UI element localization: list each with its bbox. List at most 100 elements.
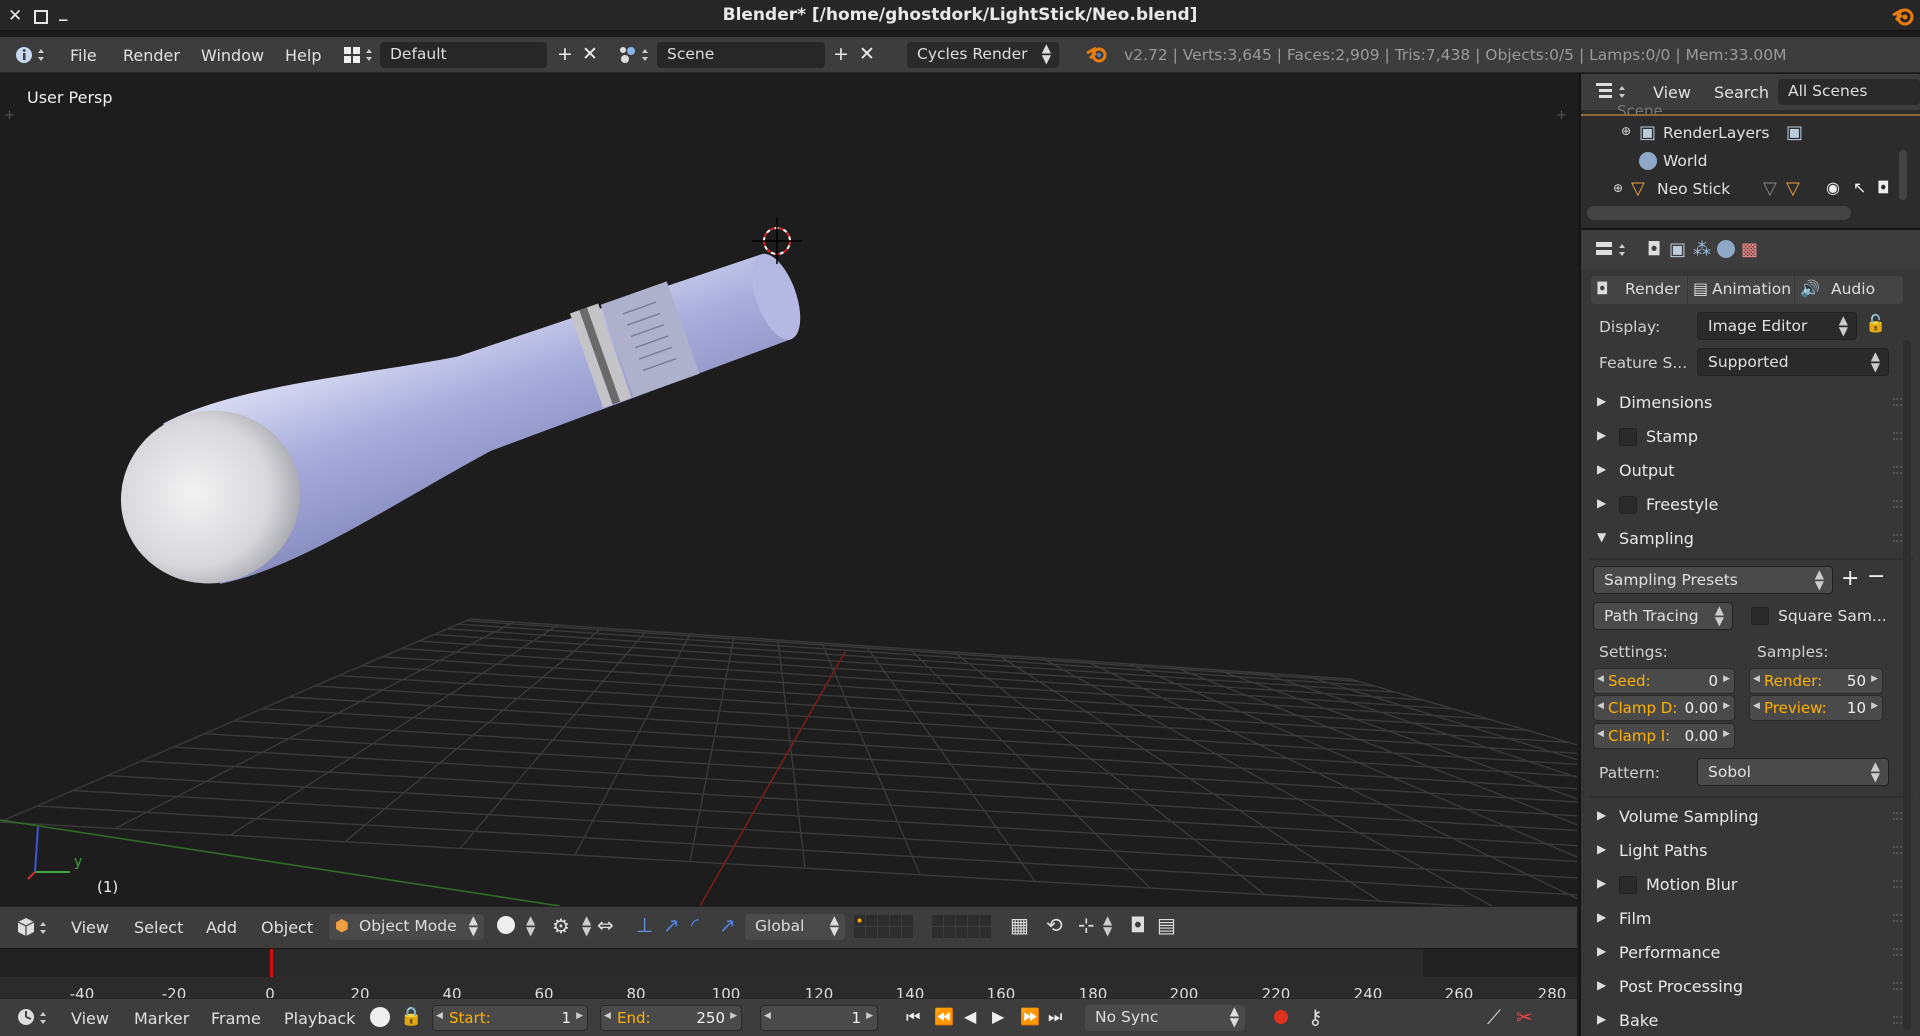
jump-keyframe-forward-icon[interactable]: ⏩ <box>1020 1007 1040 1026</box>
panel-stamp[interactable]: ▶ Stamp <box>1593 422 1911 452</box>
pivot-point-icon[interactable]: ⚙ <box>552 914 570 938</box>
panel-output[interactable]: ▶ Output <box>1593 456 1911 486</box>
end-frame-field[interactable]: ◀ End: 250 ▶ <box>600 1005 742 1031</box>
renderability-camera-icon[interactable]: ◘ <box>1877 178 1890 197</box>
start-frame-field[interactable]: ◀ Start: 1 ▶ <box>432 1005 588 1031</box>
menu-render[interactable]: Render <box>123 46 180 65</box>
play-reverse-icon[interactable]: ◀ <box>964 1007 976 1026</box>
tab-animation[interactable]: ▤ Animation <box>1688 276 1794 304</box>
timeline[interactable]: -40 -20 0 20 40 60 80 100 120 140 160 18… <box>0 948 1577 1003</box>
scene-field[interactable]: Scene <box>657 42 825 68</box>
outliner-menu-view[interactable]: View <box>1653 83 1691 102</box>
increment-arrow-icon[interactable]: ▶ <box>576 1011 583 1021</box>
menu-window[interactable]: Window <box>201 46 264 65</box>
toolshelf-toggle-icon[interactable]: + <box>4 108 15 123</box>
feature-set-dropdown[interactable]: Supported ▲ ▼ <box>1697 348 1889 376</box>
panel-motion-blur[interactable]: ▶ Motion Blur <box>1593 870 1911 900</box>
current-frame-field[interactable]: ◀ 1 ▶ <box>760 1005 878 1031</box>
jump-keyframe-back-icon[interactable]: ⏪ <box>934 1007 954 1026</box>
menu-file[interactable]: File <box>70 46 97 65</box>
decrement-arrow-icon[interactable]: ◀ <box>1597 674 1604 684</box>
render-layers-context-icon[interactable]: ▣ <box>1669 239 1686 260</box>
scene-context-icon[interactable]: ⁂ <box>1693 239 1711 260</box>
increment-arrow-icon[interactable]: ▶ <box>1723 701 1730 711</box>
record-icon[interactable] <box>1274 1010 1288 1024</box>
panel-freestyle[interactable]: ▶ Freestyle <box>1593 490 1911 520</box>
remove-scene-icon[interactable]: ✕ <box>855 43 879 67</box>
layer-lock-icon[interactable]: ▦ <box>1010 913 1029 937</box>
keying-set-icon[interactable] <box>370 1007 390 1027</box>
jump-start-icon[interactable]: ⏮ <box>906 1007 920 1027</box>
sync-mode-dropdown[interactable]: No Sync ▲ ▼ <box>1085 1005 1245 1031</box>
opengl-animation-icon[interactable]: ▤ <box>1157 913 1176 937</box>
viewport-shading-icon[interactable] <box>497 916 515 934</box>
visibility-eye-icon[interactable]: ◉ <box>1826 178 1840 197</box>
clamp-direct-field[interactable]: ◀ Clamp D: 0.00 ▶ <box>1593 695 1735 721</box>
decrement-arrow-icon[interactable]: ◀ <box>1753 674 1760 684</box>
scale-manipulator-icon[interactable]: ◜ <box>691 913 699 937</box>
decrement-arrow-icon[interactable]: ◀ <box>436 1011 443 1021</box>
menu-frame[interactable]: Frame <box>211 1009 261 1028</box>
snap-toggle-icon[interactable]: ⊹ <box>1078 913 1095 937</box>
decrement-arrow-icon[interactable]: ◀ <box>1597 701 1604 711</box>
opengl-render-icon[interactable]: ◘ <box>1130 913 1146 937</box>
outliner-item-neo-stick[interactable]: ⊕ ▽ Neo Stick ▽ ▽ ◉ ↖ ◘ <box>1613 178 1918 202</box>
outliner-display-dropdown[interactable]: All Scenes <box>1778 79 1920 105</box>
play-icon[interactable]: ▶ <box>992 1007 1004 1026</box>
increment-arrow-icon[interactable]: ▶ <box>1723 729 1730 739</box>
render-engine-dropdown[interactable]: Cycles Render ▲ ▼ <box>907 42 1059 68</box>
increment-arrow-icon[interactable]: ▶ <box>730 1011 737 1021</box>
tab-audio[interactable]: 🔊 Audio <box>1795 276 1903 304</box>
add-scene-icon[interactable]: + <box>829 43 853 67</box>
render-context-icon[interactable]: ◘ <box>1647 239 1661 260</box>
square-samples-checkbox[interactable] <box>1751 607 1769 625</box>
sampling-presets-dropdown[interactable]: Sampling Presets ▲ ▼ <box>1593 566 1833 594</box>
add-screen-icon[interactable]: + <box>553 43 577 67</box>
panel-performance[interactable]: ▶ Performance <box>1593 938 1911 968</box>
texture-context-icon[interactable]: ▩ <box>1741 239 1758 260</box>
panel-light-paths[interactable]: ▶ Light Paths <box>1593 836 1911 866</box>
outliner-editor-icon[interactable] <box>1595 81 1631 103</box>
orientation-dropdown[interactable]: Global ▲ ▼ <box>745 914 845 940</box>
preview-samples-field[interactable]: ◀ Preview: 10 ▶ <box>1749 695 1883 721</box>
screen-layout-icon[interactable] <box>343 45 379 65</box>
menu-add[interactable]: Add <box>206 918 237 937</box>
decrement-arrow-icon[interactable]: ◀ <box>1753 701 1760 711</box>
scene-icon[interactable] <box>618 45 654 65</box>
translate-manipulator-icon[interactable]: ⊥ <box>636 913 653 937</box>
properties-editor-icon[interactable] <box>1595 239 1631 261</box>
pattern-dropdown[interactable]: Sobol ▲ ▼ <box>1697 758 1889 786</box>
current-frame-marker[interactable] <box>270 949 273 977</box>
menu-playback[interactable]: Playback <box>284 1009 355 1028</box>
outliner-vertical-scrollbar[interactable] <box>1899 150 1907 200</box>
panel-bake[interactable]: ▶ Bake <box>1593 1006 1911 1036</box>
keying-icon[interactable]: ⚷ <box>1308 1005 1323 1029</box>
outliner-horizontal-scrollbar[interactable] <box>1587 206 1851 220</box>
screen-layout-field[interactable]: Default <box>380 42 547 68</box>
delete-keyframe-icon[interactable]: ✂ <box>1516 1005 1533 1029</box>
neo-stick-object[interactable] <box>96 207 824 609</box>
lock-interface-icon[interactable]: 🔓 <box>1865 314 1886 334</box>
menu-select[interactable]: Select <box>134 918 183 937</box>
increment-arrow-icon[interactable]: ▶ <box>1871 674 1878 684</box>
panel-dimensions[interactable]: ▶ Dimensions <box>1593 388 1911 418</box>
menu-marker[interactable]: Marker <box>134 1009 189 1028</box>
jump-end-icon[interactable]: ⏭ <box>1048 1007 1062 1027</box>
3d-viewport[interactable]: User Persp (1) y + + <box>0 74 1577 906</box>
display-dropdown[interactable]: Image Editor ▲ ▼ <box>1697 312 1857 340</box>
freestyle-checkbox[interactable] <box>1619 496 1637 514</box>
panel-volume-sampling[interactable]: ▶ Volume Sampling <box>1593 802 1911 832</box>
mode-dropdown[interactable]: ⬢ Object Mode ▲ ▼ <box>329 914 484 940</box>
expand-icon[interactable]: ⊕ <box>1613 181 1623 195</box>
lock-icon[interactable]: 🔒 <box>400 1006 422 1027</box>
panel-post-processing[interactable]: ▶ Post Processing <box>1593 972 1911 1002</box>
motion-blur-checkbox[interactable] <box>1619 876 1637 894</box>
panel-sampling[interactable]: ▼ Sampling <box>1593 524 1911 554</box>
properties-scrollbar[interactable] <box>1903 340 1911 1030</box>
menu-view[interactable]: View <box>71 918 109 937</box>
decrement-arrow-icon[interactable]: ◀ <box>604 1011 611 1021</box>
remove-screen-icon[interactable]: ✕ <box>578 43 602 67</box>
insert-keyframe-icon[interactable]: ⟋ <box>1487 1005 1501 1029</box>
proportional-edit-icon[interactable]: ⟲ <box>1046 913 1063 937</box>
remove-preset-icon[interactable]: − <box>1867 564 1885 589</box>
